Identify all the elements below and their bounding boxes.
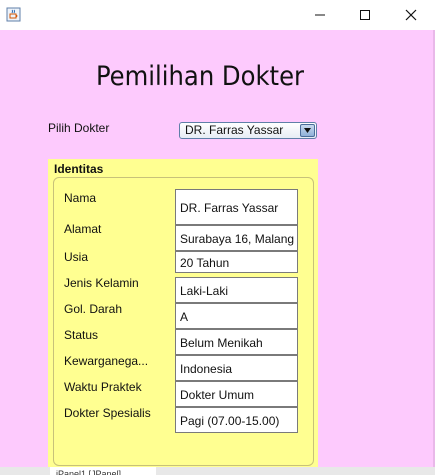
close-button[interactable] <box>388 0 434 30</box>
close-icon <box>405 6 417 25</box>
field-dokter-spesialis[interactable]: Pagi (07.00-15.00) <box>175 407 298 433</box>
label-jenis-kelamin: Jenis Kelamin <box>64 276 139 290</box>
label-dokter-spesialis: Dokter Spesialis <box>64 406 151 420</box>
designer-tab[interactable]: jPanel1 [JPanel] <box>50 467 156 475</box>
maximize-icon <box>359 6 371 25</box>
designer-tab-strip: jPanel1 [JPanel] <box>0 467 435 475</box>
identitas-title: Identitas <box>54 162 104 176</box>
field-status[interactable]: Belum Menikah <box>175 329 298 355</box>
window-titlebar <box>0 0 435 30</box>
field-gol-darah[interactable]: A <box>175 303 298 329</box>
label-alamat: Alamat <box>64 222 102 236</box>
minimize-button[interactable] <box>297 0 343 30</box>
label-usia: Usia <box>64 250 89 264</box>
content-panel: Pemilihan Dokter Pilih Dokter DR. Farras… <box>0 30 435 469</box>
label-status: Status <box>64 328 99 342</box>
label-kewarganegaraan: Kewarganega... <box>64 354 149 368</box>
chevron-down-icon[interactable] <box>300 124 315 137</box>
label-gol-darah: Gol. Darah <box>64 302 123 316</box>
field-jenis-kelamin[interactable]: Laki-Laki <box>175 277 298 303</box>
field-usia[interactable]: 20 Tahun <box>175 251 298 273</box>
label-waktu-praktek: Waktu Praktek <box>64 380 142 394</box>
label-nama: Nama <box>64 191 97 205</box>
field-alamat[interactable]: Surabaya 16, Malang <box>175 225 298 251</box>
identitas-panel: Identitas Nama Alamat Usia Jenis Kelamin… <box>48 159 318 469</box>
page-title: Pemilihan Dokter <box>95 61 305 92</box>
field-nama[interactable]: DR. Farras Yassar <box>175 189 298 225</box>
java-cup-icon <box>6 7 21 22</box>
minimize-icon <box>314 6 326 25</box>
doctor-select-value: DR. Farras Yassar <box>185 123 284 137</box>
doctor-select-label: Pilih Dokter <box>48 121 110 135</box>
maximize-button[interactable] <box>342 0 388 30</box>
doctor-select[interactable]: DR. Farras Yassar <box>179 122 317 139</box>
field-kewarganegaraan[interactable]: Indonesia <box>175 355 298 381</box>
field-waktu-praktek[interactable]: Dokter Umum <box>175 381 298 407</box>
